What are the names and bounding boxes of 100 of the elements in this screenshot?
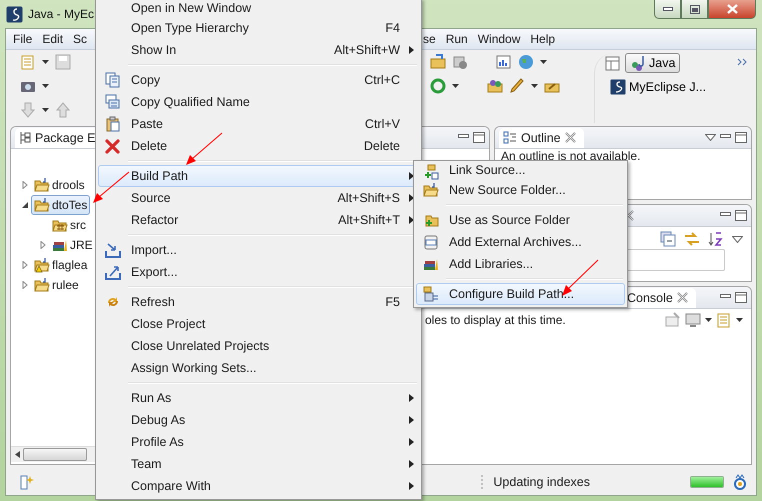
- submenu-arrow-icon: [408, 460, 414, 468]
- menu-item[interactable]: Configure Build Path...: [416, 283, 625, 305]
- copy-icon: [105, 94, 121, 110]
- dropdown-arrow-icon[interactable]: [42, 60, 49, 64]
- view-tab[interactable]: Outline: [499, 128, 584, 148]
- annotation-arrow: [93, 172, 130, 203]
- dropdown-arrow-icon[interactable]: [540, 60, 547, 64]
- maximize-icon[interactable]: [735, 292, 747, 303]
- expand-arrow-icon[interactable]: [39, 241, 47, 249]
- view-menu-icon[interactable]: [705, 134, 716, 141]
- project-folder-icon: [34, 257, 50, 273]
- menu-bar-item[interactable]: Run: [440, 32, 473, 46]
- dropdown-arrow-icon[interactable]: [42, 84, 49, 88]
- tree-item[interactable]: JRE: [49, 235, 96, 255]
- menu-item[interactable]: New Source Folder...: [416, 179, 625, 201]
- submenu-arrow-icon: [408, 46, 414, 54]
- copy-icon: [105, 72, 121, 88]
- import-icon: [105, 242, 121, 258]
- sort-icon[interactable]: [708, 231, 724, 247]
- status-message: Updating indexes: [481, 475, 590, 489]
- menu-item[interactable]: Copy Qualified Name: [98, 91, 419, 113]
- menu-item[interactable]: Link Source...: [416, 163, 625, 179]
- build-path-icon: [423, 286, 439, 302]
- minimize-button[interactable]: [654, 0, 681, 19]
- globe-icon[interactable]: [518, 54, 534, 70]
- close-icon: [726, 4, 738, 14]
- submenu-arrow-icon: [408, 416, 414, 424]
- menu-bar-item[interactable]: Window: [472, 32, 526, 46]
- close-icon[interactable]: [676, 292, 688, 303]
- menu-item[interactable]: Open in New Window: [98, 1, 419, 17]
- shortcut-label: Ctrl+C: [364, 73, 400, 87]
- close-button[interactable]: [708, 0, 756, 19]
- menu-item[interactable]: Add External Archives...: [416, 231, 625, 253]
- open-folder-icon[interactable]: [487, 78, 503, 94]
- dropdown-arrow-icon[interactable]: [531, 84, 538, 88]
- submenu-arrow-icon: [408, 216, 414, 224]
- java-perspective-icon: [630, 55, 646, 71]
- menu-item[interactable]: Open Type Hierarchy F4: [98, 17, 419, 39]
- fast-view-icon[interactable]: [20, 474, 34, 490]
- tree-item[interactable]: flaglea: [31, 255, 90, 275]
- app-logo-icon: [6, 6, 23, 22]
- project-folder-icon: [34, 277, 50, 293]
- menu-item[interactable]: Run As: [98, 387, 419, 409]
- menu-item[interactable]: Show In Alt+Shift+W: [98, 39, 419, 61]
- tree-item[interactable]: rulee: [31, 275, 82, 295]
- menu-bar-item[interactable]: Edit: [37, 32, 68, 46]
- collapse-arrow-icon[interactable]: [21, 201, 29, 209]
- open-folder-icon[interactable]: [430, 54, 446, 70]
- menu-item[interactable]: Profile As: [98, 431, 419, 453]
- menu-bar-item[interactable]: File: [8, 32, 38, 46]
- menu-bar-item[interactable]: se: [418, 32, 441, 46]
- app-logo-icon: [610, 79, 626, 95]
- menu-item[interactable]: Add Libraries...: [416, 253, 625, 275]
- open-perspective-icon[interactable]: [605, 55, 621, 71]
- shortcut-label: Delete: [364, 139, 400, 153]
- maximize-icon[interactable]: [735, 210, 747, 221]
- maximize-icon[interactable]: [735, 132, 747, 143]
- chevron-icon[interactable]: [737, 58, 748, 66]
- submenu-arrow-icon: [408, 172, 414, 180]
- chart-icon[interactable]: [496, 54, 512, 70]
- clipboard-icon: [105, 116, 121, 132]
- dropdown-arrow-icon[interactable]: [705, 318, 712, 322]
- shortcut-label: Alt+Shift+W: [334, 43, 400, 57]
- submenu-arrow-icon: [408, 438, 414, 446]
- maximize-icon[interactable]: [473, 132, 485, 143]
- expand-arrow-icon[interactable]: [21, 261, 29, 269]
- dropdown-arrow-icon[interactable]: [736, 318, 743, 322]
- menu-item[interactable]: Close Project: [98, 313, 419, 335]
- dropdown-arrow-icon[interactable]: [42, 108, 49, 112]
- tree-item[interactable]: drools: [31, 175, 88, 195]
- menu-item[interactable]: Team: [98, 453, 419, 475]
- menu-bar-item[interactable]: Help: [525, 32, 560, 46]
- delete-icon: [105, 138, 121, 154]
- tree-item[interactable]: dtoTes: [31, 195, 90, 215]
- archive-icon: [423, 234, 439, 250]
- menu-bar-item[interactable]: Sc: [68, 32, 92, 46]
- project-folder-icon: [34, 177, 50, 193]
- menu-item[interactable]: Copy Ctrl+C: [98, 69, 419, 91]
- menu-item[interactable]: Assign Working Sets...: [98, 357, 419, 379]
- close-icon[interactable]: [564, 132, 576, 143]
- submenu-arrow-icon: [408, 194, 414, 202]
- new-folder-icon: [423, 182, 439, 198]
- menu-item[interactable]: Use as Source Folder: [416, 209, 625, 231]
- perspective-button[interactable]: Java: [625, 53, 680, 73]
- menu-item[interactable]: Compare With: [98, 475, 419, 497]
- dropdown-arrow-icon[interactable]: [452, 84, 459, 88]
- submenu-arrow-icon: [408, 482, 414, 490]
- maximize-button[interactable]: [681, 0, 708, 19]
- menu-item[interactable]: Close Unrelated Projects: [98, 335, 419, 357]
- link-source-icon: [423, 164, 439, 180]
- collapse-all-icon[interactable]: [660, 231, 676, 247]
- tree-item[interactable]: src: [49, 215, 89, 235]
- expand-arrow-icon[interactable]: [21, 281, 29, 289]
- expand-arrow-icon[interactable]: [21, 181, 29, 189]
- perspective-button[interactable]: MyEclipse J...: [605, 77, 712, 97]
- view-menu-icon[interactable]: [732, 236, 743, 242]
- scroll-left-icon[interactable]: [15, 451, 20, 458]
- menu-item[interactable]: Debug As: [98, 409, 419, 431]
- progress-icon[interactable]: [732, 474, 748, 490]
- export-icon: [105, 264, 121, 280]
